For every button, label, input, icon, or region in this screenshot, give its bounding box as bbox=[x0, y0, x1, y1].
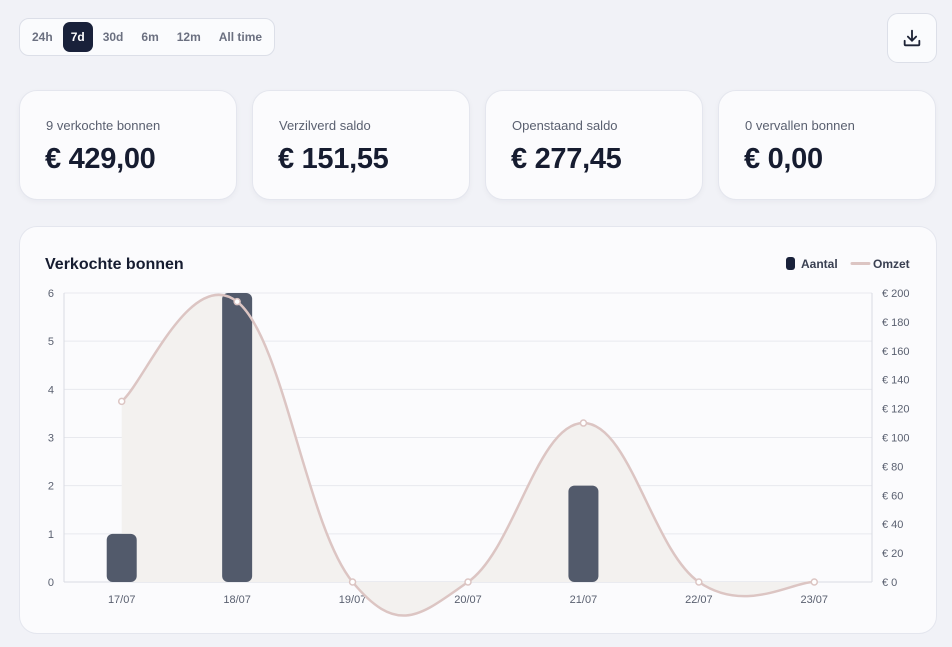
y-left-tick-label: 3 bbox=[48, 433, 54, 445]
range-7d-button[interactable]: 7d bbox=[62, 22, 93, 52]
stat-label: Openstaand saldo bbox=[512, 118, 618, 133]
x-tick-label: 17/07 bbox=[108, 594, 136, 606]
stat-card-expired: 0 vervallen bonnen € 0,00 bbox=[718, 90, 936, 200]
stat-card-outstanding: Openstaand saldo € 277,45 bbox=[485, 90, 703, 200]
stat-label: 9 verkochte bonnen bbox=[46, 118, 161, 133]
y-right-tick-label: € 140 bbox=[882, 375, 910, 387]
download-icon bbox=[903, 29, 921, 47]
omzet-point bbox=[579, 419, 588, 427]
y-right-tick-label: € 100 bbox=[882, 433, 910, 445]
x-tick-label: 23/07 bbox=[801, 594, 829, 606]
omzet-point bbox=[348, 578, 357, 586]
x-tick-label: 22/07 bbox=[685, 594, 713, 606]
stat-label: Verzilverd saldo bbox=[279, 118, 371, 133]
y-right-tick-label: € 200 bbox=[882, 288, 910, 300]
download-button[interactable] bbox=[887, 13, 937, 63]
range-24h-button[interactable]: 24h bbox=[24, 22, 61, 52]
omzet-point bbox=[233, 297, 241, 306]
y-left-tick-label: 6 bbox=[48, 288, 54, 300]
range-6m-button[interactable]: 6m bbox=[133, 22, 166, 52]
y-right-tick-label: € 40 bbox=[882, 519, 903, 531]
x-tick-label: 21/07 bbox=[570, 594, 598, 606]
bar-aantal bbox=[222, 293, 253, 582]
x-tick-label: 20/07 bbox=[454, 594, 482, 606]
bar-aantal bbox=[568, 485, 599, 582]
stat-value: € 429,00 bbox=[45, 143, 156, 175]
y-left-tick-label: 1 bbox=[48, 529, 54, 541]
omzet-point bbox=[464, 578, 472, 586]
legend-aantal-label: Aantal bbox=[801, 257, 838, 271]
stat-card-redeemed: Verzilverd saldo € 151,55 bbox=[252, 90, 470, 200]
stat-value: € 0,00 bbox=[744, 143, 823, 175]
legend-aantal-swatch bbox=[786, 257, 795, 270]
y-right-tick-label: € 80 bbox=[882, 461, 903, 473]
omzet-point bbox=[810, 578, 819, 586]
range-all-time-button[interactable]: All time bbox=[211, 22, 270, 52]
stat-card-sold: 9 verkochte bonnen € 429,00 bbox=[19, 90, 237, 200]
bar-aantal bbox=[106, 533, 137, 582]
time-range-selector: 24h 7d 30d 6m 12m All time bbox=[19, 18, 276, 56]
stat-label: 0 vervallen bonnen bbox=[745, 118, 855, 133]
x-tick-label: 18/07 bbox=[223, 594, 251, 606]
y-left-tick-label: 4 bbox=[48, 384, 54, 396]
stat-value: € 151,55 bbox=[278, 143, 389, 175]
y-left-tick-label: 2 bbox=[48, 481, 54, 493]
y-right-tick-label: € 60 bbox=[882, 490, 903, 502]
stat-value: € 277,45 bbox=[511, 143, 622, 175]
omzet-point bbox=[695, 578, 703, 586]
y-right-tick-label: € 0 bbox=[882, 577, 897, 589]
y-left-tick-label: 5 bbox=[48, 336, 54, 348]
sales-chart: Verkochte bonnen 0 1 2 3 4 5 6 € 0 € 20 € 40 € 60 € … bbox=[45, 256, 910, 617]
y-right-tick-label: € 120 bbox=[882, 404, 910, 416]
y-right-tick-label: € 160 bbox=[882, 346, 910, 358]
y-right-tick-label: € 20 bbox=[882, 548, 903, 560]
y-left-tick-label: 0 bbox=[48, 577, 54, 589]
range-30d-button[interactable]: 30d bbox=[95, 22, 132, 52]
y-right-tick-label: € 180 bbox=[882, 317, 910, 329]
legend-omzet-label: Omzet bbox=[873, 257, 910, 271]
chart-title: Verkochte bonnen bbox=[45, 256, 184, 273]
range-12m-button[interactable]: 12m bbox=[169, 22, 209, 52]
x-tick-label: 19/07 bbox=[339, 594, 367, 606]
chart-panel: Verkochte bonnen 0 1 2 3 4 5 6 € 0 € 20 € 40 € 60 € … bbox=[19, 226, 937, 634]
omzet-point bbox=[117, 397, 126, 406]
